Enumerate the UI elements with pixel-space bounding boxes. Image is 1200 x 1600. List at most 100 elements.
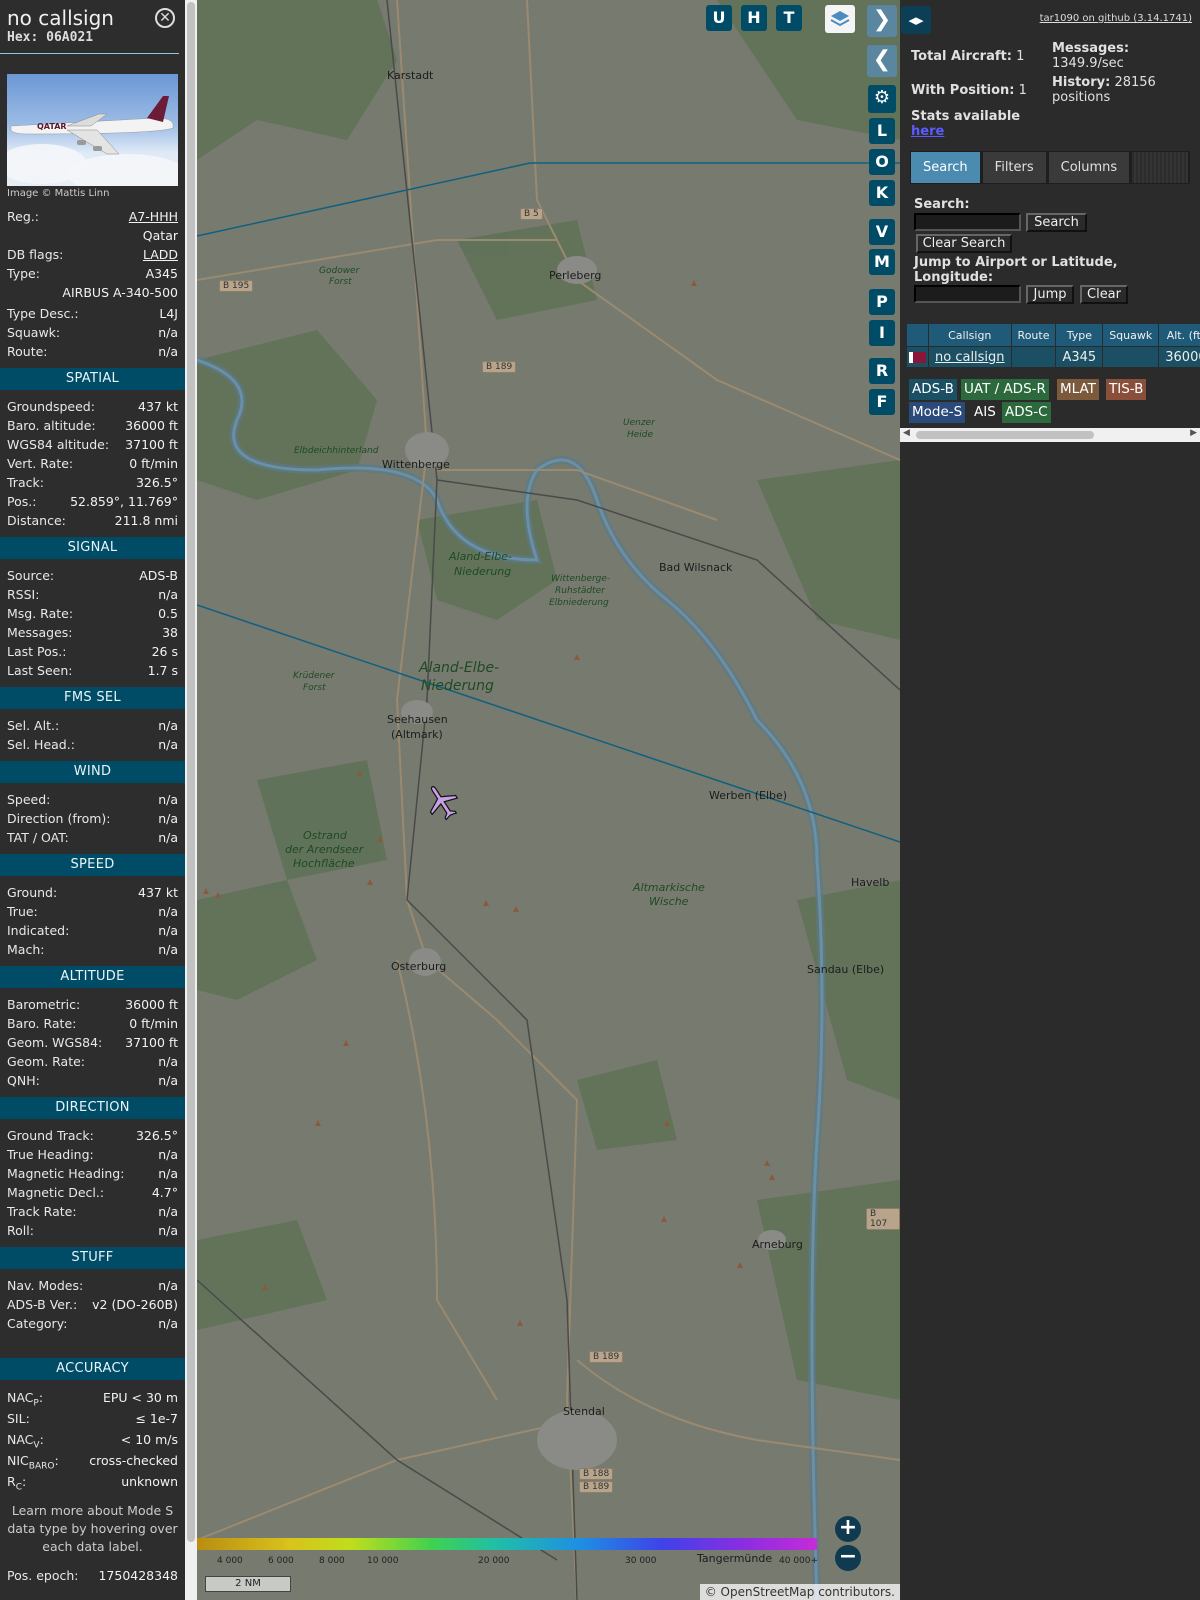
column-header-route[interactable]: Route (1010, 323, 1057, 347)
row-label[interactable]: Mach: (7, 940, 44, 959)
expand-right-icon[interactable]: ❯ (867, 5, 897, 37)
row-label[interactable]: Messages: (7, 623, 73, 642)
toggle-f-button[interactable]: F (869, 389, 895, 415)
toggle-k-button[interactable]: K (869, 180, 895, 206)
column-header-squawk[interactable]: Squawk (1102, 323, 1160, 347)
search-input[interactable] (914, 213, 1021, 231)
row-label[interactable]: Last Seen: (7, 661, 72, 680)
toggle-l-button[interactable]: L (869, 118, 895, 144)
row-label[interactable]: Direction (from): (7, 809, 111, 828)
toggle-i-button[interactable]: I (869, 320, 895, 346)
close-icon[interactable]: ✕ (155, 8, 175, 28)
aircraft-photo[interactable]: QATAR (7, 74, 178, 186)
row-label[interactable]: Ground: (7, 883, 57, 902)
info-scrollbar[interactable] (185, 0, 197, 1600)
row-label[interactable]: NICBARO: (7, 1450, 59, 1472)
toggle-r-button[interactable]: R (869, 358, 895, 384)
osm-link[interactable]: OpenStreetMap (721, 1585, 815, 1599)
toggle-h-button[interactable]: H (741, 5, 767, 31)
callsign-link[interactable]: no callsign (935, 350, 1005, 365)
row-label[interactable]: Msg. Rate: (7, 604, 73, 623)
zoom-in-icon[interactable]: + (835, 1516, 861, 1542)
toggle-sidebar-icon[interactable]: ◂▸ (901, 6, 931, 34)
settings-gear-icon[interactable]: ⚙ (868, 85, 896, 113)
row-label[interactable]: Distance: (7, 511, 66, 530)
row-label[interactable]: ADS-B Ver.: (7, 1295, 77, 1314)
row-label[interactable]: Squawk: (7, 323, 60, 342)
row-label[interactable]: Sel. Head.: (7, 735, 75, 754)
aircraft-marker-icon[interactable] (425, 782, 459, 822)
row-label[interactable]: WGS84 altitude: (7, 435, 109, 454)
row-label[interactable]: Magnetic Decl.: (7, 1183, 104, 1202)
row-label[interactable]: DB flags: (7, 245, 63, 264)
row-label[interactable]: Indicated: (7, 921, 69, 940)
row-label[interactable]: Type Desc.: (7, 304, 79, 323)
toggle-m-button[interactable]: M (869, 249, 895, 275)
row-label[interactable]: SIL: (7, 1408, 30, 1429)
row-label[interactable]: Nav. Modes: (7, 1276, 83, 1295)
row-label[interactable]: Ground Track: (7, 1126, 94, 1145)
github-link[interactable]: tar1090 on github (3.14.1741) (1040, 13, 1192, 24)
row-label[interactable]: True Heading: (7, 1145, 94, 1164)
scroll-right-icon[interactable]: ▶ (1190, 428, 1197, 438)
row-label[interactable]: Speed: (7, 790, 50, 809)
column-header-altitude[interactable]: Alt. (ft) (1158, 323, 1200, 347)
row-label[interactable]: NACP: (7, 1387, 43, 1409)
row-label[interactable]: Category: (7, 1314, 67, 1333)
row-label[interactable]: Baro. Rate: (7, 1014, 76, 1033)
scrollbar-thumb[interactable] (187, 2, 195, 1542)
zoom-out-icon[interactable]: − (835, 1545, 861, 1571)
map-view[interactable]: Karstadt Perleberg Wittenberge Bad Wilsn… (197, 0, 900, 1600)
clear-button[interactable]: Clear (1080, 285, 1128, 304)
search-button[interactable]: Search (1026, 213, 1087, 232)
row-label[interactable]: RSSI: (7, 585, 39, 604)
row-label[interactable]: Groundspeed: (7, 397, 95, 416)
jump-button[interactable]: Jump (1026, 285, 1074, 304)
row-label[interactable]: Track Rate: (7, 1202, 77, 1221)
row-label[interactable]: Track: (7, 473, 44, 492)
row-label[interactable]: Barometric: (7, 995, 80, 1014)
callsign-cell[interactable]: no callsign (928, 346, 1012, 368)
scroll-left-icon[interactable]: ◀ (903, 428, 910, 438)
row-label[interactable]: Source: (7, 566, 54, 585)
toggle-o-button[interactable]: O (869, 149, 895, 175)
row-label[interactable]: Pos. epoch: (7, 1566, 78, 1585)
scrollbar-thumb[interactable] (916, 431, 1094, 439)
row-label[interactable]: Last Pos.: (7, 642, 66, 661)
tab-filters[interactable]: Filters (982, 152, 1046, 183)
row-value-link[interactable]: A7-HHH (129, 207, 178, 226)
toggle-p-button[interactable]: P (869, 289, 895, 315)
row-label[interactable]: Type: (7, 264, 40, 283)
row-value-link[interactable]: LADD (143, 245, 178, 264)
collapse-left-icon[interactable]: ❮ (867, 45, 897, 77)
tab-columns[interactable]: Columns (1048, 152, 1130, 183)
toggle-u-button[interactable]: U (706, 5, 732, 31)
row-label[interactable]: Sel. Alt.: (7, 716, 59, 735)
table-horizontal-scrollbar[interactable]: ◀ ▶ (900, 428, 1200, 442)
column-header-callsign[interactable]: Callsign (928, 323, 1012, 347)
row-label[interactable]: Geom. WGS84: (7, 1033, 102, 1052)
row-label[interactable]: Vert. Rate: (7, 454, 73, 473)
row-label[interactable]: Baro. altitude: (7, 416, 96, 435)
row-label[interactable]: Pos.: (7, 492, 36, 511)
tab-search[interactable]: Search (911, 152, 980, 183)
row-label[interactable]: Reg.: (7, 207, 39, 226)
toggle-t-button[interactable]: T (776, 5, 802, 31)
row-label[interactable]: QNH: (7, 1071, 40, 1090)
jump-input[interactable] (914, 285, 1021, 303)
row-label[interactable]: TAT / OAT: (7, 828, 69, 847)
clear-search-button[interactable]: Clear Search (916, 234, 1012, 253)
row-label[interactable]: Geom. Rate: (7, 1052, 85, 1071)
row-label[interactable]: RC: (7, 1471, 26, 1493)
row-label[interactable]: True: (7, 902, 38, 921)
row-label[interactable]: Roll: (7, 1221, 34, 1240)
row-label[interactable]: Route: (7, 342, 48, 361)
layers-icon[interactable] (825, 5, 855, 33)
row-label[interactable]: Magnetic Heading: (7, 1164, 124, 1183)
table-row[interactable]: no callsign A345 36000 (906, 346, 1200, 368)
stats-here-link[interactable]: here (911, 124, 944, 139)
row-label[interactable]: NACV: (7, 1429, 44, 1451)
column-header-type[interactable]: Type (1055, 323, 1104, 347)
row-value: n/a (158, 1223, 178, 1238)
toggle-v-button[interactable]: V (869, 219, 895, 245)
